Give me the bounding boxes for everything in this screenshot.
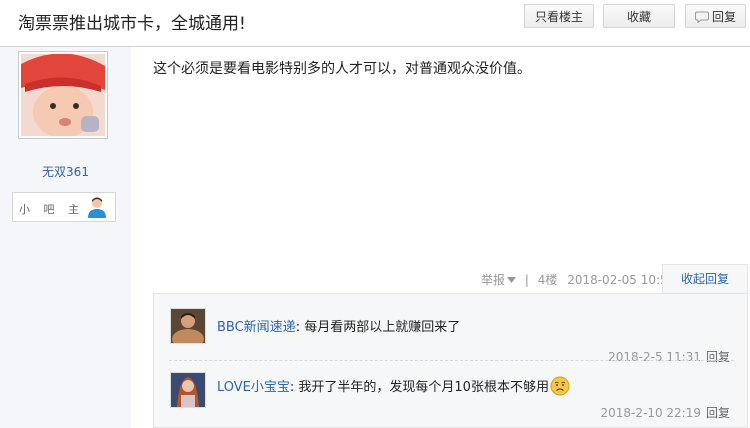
- role-label: 小 吧 主: [19, 203, 84, 216]
- chat-bubble-icon: [694, 11, 709, 24]
- reply-username[interactable]: LOVE小宝宝: [217, 380, 290, 395]
- post-content: 这个必须是要看电影特别多的人才可以，对普通观众没价值。: [153, 61, 531, 77]
- only-op-button[interactable]: 只看楼主: [524, 4, 594, 28]
- author-avatar[interactable]: [18, 51, 108, 139]
- collapse-replies-tab[interactable]: 收起回复: [662, 264, 748, 294]
- reply-avatar[interactable]: [170, 308, 206, 344]
- author-column: 无双361 小 吧 主: [0, 47, 131, 428]
- reply-body: 我开了半年的，发现每个月10张根本不够用: [298, 380, 549, 395]
- reply-link[interactable]: 回复: [706, 350, 730, 364]
- reply-meta: 2018-2-5 11:31 回复: [608, 348, 730, 365]
- post-time: 2018-02-05 10:52: [567, 273, 676, 287]
- report-label: 举报: [481, 273, 506, 287]
- worried-face-emoji: [550, 376, 570, 396]
- thread-title: 淘票票推出城市卡，全城通用!: [18, 14, 246, 34]
- reply-time: 2018-2-5 11:31: [608, 350, 701, 364]
- collect-button[interactable]: 收藏: [603, 4, 675, 28]
- admin-user-icon: [88, 197, 106, 218]
- author-name[interactable]: 无双361: [0, 163, 131, 180]
- meta-separator: |: [524, 273, 529, 287]
- role-badge: 小 吧 主: [12, 192, 116, 222]
- reply-button[interactable]: 回复: [685, 4, 746, 28]
- floor-number: 4楼: [537, 273, 558, 287]
- reply-divider: [169, 360, 734, 361]
- post-meta: 举报 | 4楼 2018-02-05 10:52: [481, 271, 675, 288]
- reply-username[interactable]: BBC新闻速递: [217, 320, 296, 335]
- reply-area: BBC新闻速递: 每月看两部以上就赚回来了 2018-2-5 11:31 回复 L…: [153, 293, 748, 428]
- reply-text: BBC新闻速递: 每月看两部以上就赚回来了: [217, 316, 460, 335]
- dropdown-arrow-icon: [507, 277, 517, 283]
- reply-colon: :: [295, 320, 305, 335]
- reply-avatar[interactable]: [170, 372, 206, 408]
- reply-button-label: 回复: [711, 10, 736, 24]
- reply-body: 每月看两部以上就赚回来了: [304, 320, 461, 335]
- report-link[interactable]: 举报: [481, 271, 517, 288]
- reply-text: LOVE小宝宝: 我开了半年的，发现每个月10张根本不够用: [217, 376, 570, 396]
- reply-time: 2018-2-10 22:19: [600, 406, 701, 420]
- reply-meta: 2018-2-10 22:19 回复: [600, 404, 730, 421]
- thread-header: 淘票票推出城市卡，全城通用! 只看楼主 收藏 回复: [0, 0, 750, 47]
- reply-link[interactable]: 回复: [706, 406, 730, 420]
